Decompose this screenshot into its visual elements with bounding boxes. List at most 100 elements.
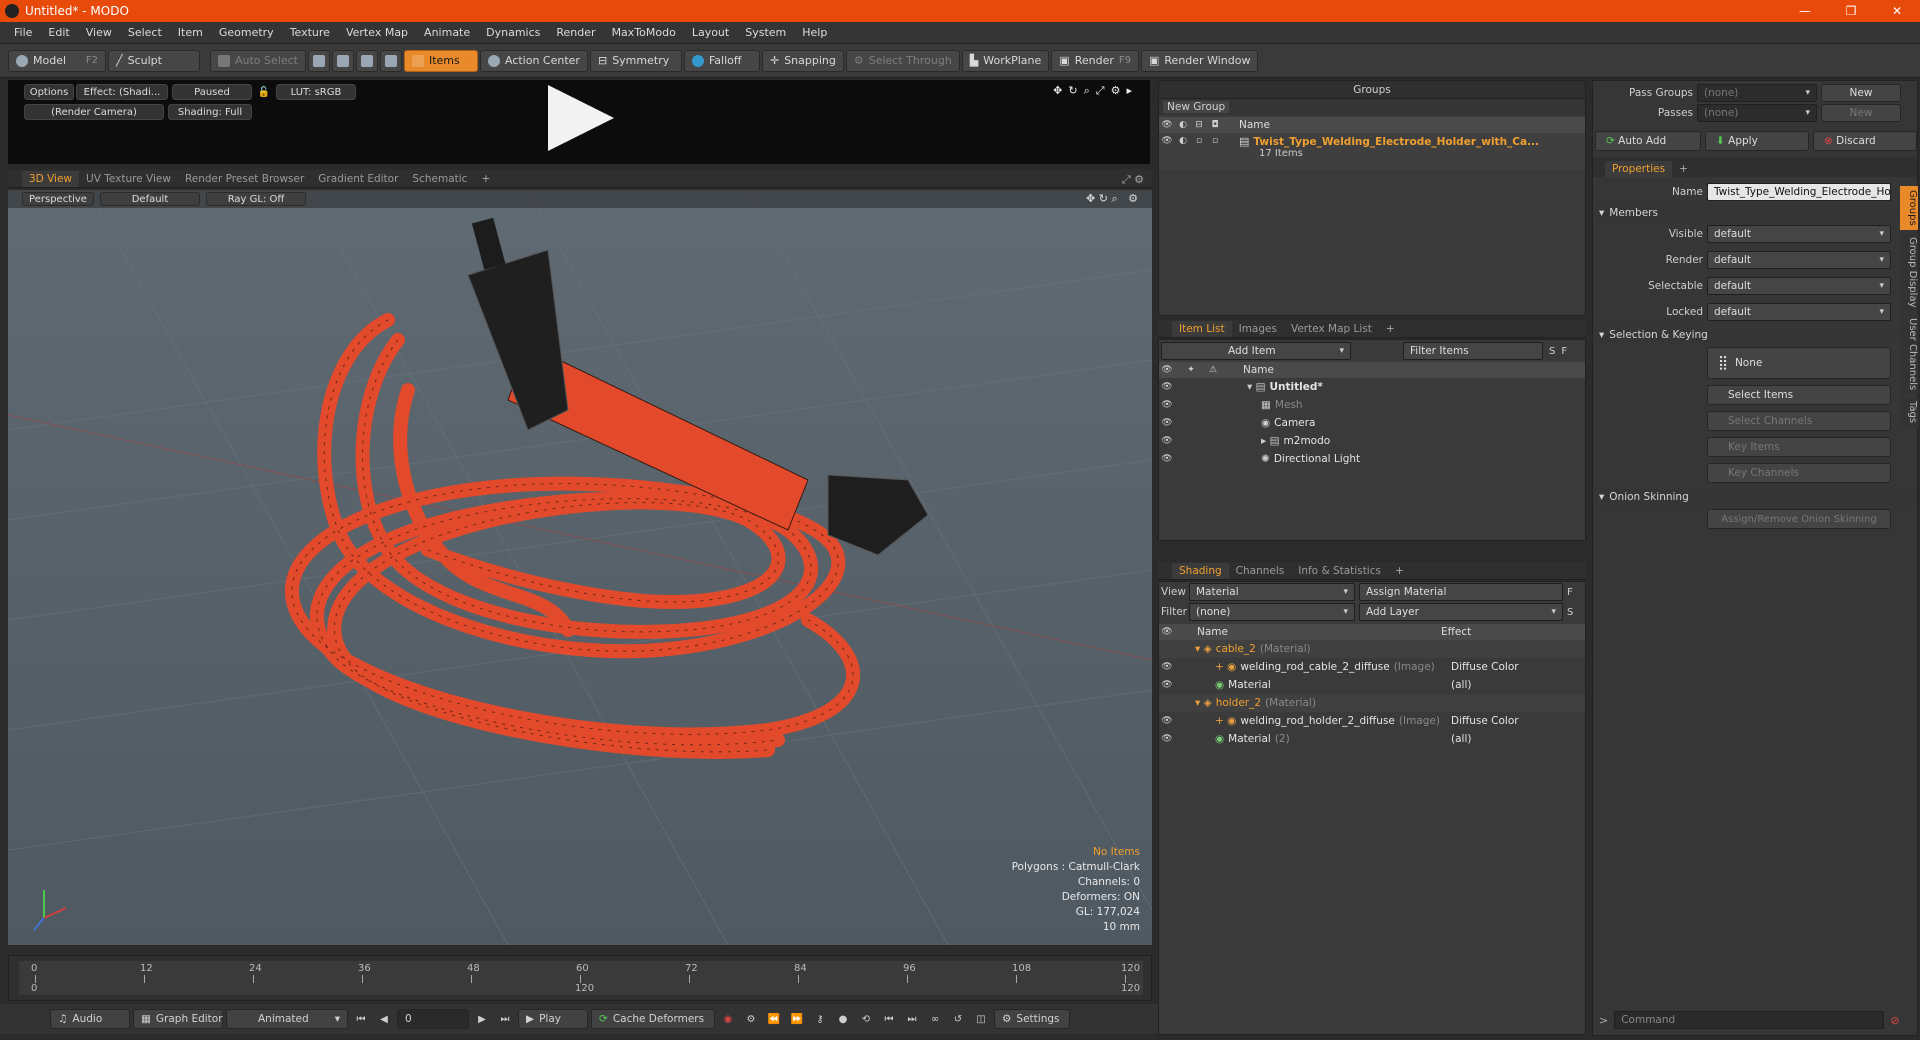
group-select-icon[interactable]: ▫ bbox=[1207, 135, 1223, 147]
menu-view[interactable]: View bbox=[78, 26, 120, 39]
render-window-button[interactable]: ▣ Render Window bbox=[1141, 49, 1259, 72]
group-visibility-icon[interactable]: 👁 bbox=[1159, 135, 1175, 147]
visible-select[interactable]: default bbox=[1707, 225, 1891, 243]
tab-uv-texture-view[interactable]: UV Texture View bbox=[79, 171, 178, 187]
shader-effect-select[interactable]: (all) bbox=[1451, 733, 1579, 745]
viewport-style-select[interactable]: Default bbox=[100, 192, 200, 206]
shader-tree-row[interactable]: 👁 ◉ Material (2) (all) bbox=[1159, 730, 1585, 748]
add-layer-select[interactable]: Add Layer bbox=[1359, 603, 1563, 621]
model-mode-button[interactable]: Model F2 bbox=[8, 49, 106, 72]
prev-keyframe-icon[interactable]: ⏪ bbox=[764, 1009, 784, 1029]
link-icon[interactable]: ∞ bbox=[925, 1009, 945, 1029]
shader-effect-select[interactable]: Diffuse Color bbox=[1451, 661, 1579, 673]
perspective-select[interactable]: Perspective bbox=[22, 192, 94, 206]
next-keyframe-icon[interactable]: ⏩ bbox=[787, 1009, 807, 1029]
preview-lut-select[interactable]: LUT: sRGB bbox=[276, 84, 356, 100]
menu-dynamics[interactable]: Dynamics bbox=[478, 26, 548, 39]
3d-viewport[interactable]: Perspective Default Ray GL: Off ✥ ↻ ⌕ ⚙ … bbox=[8, 190, 1152, 945]
workplane-button[interactable]: ▙ WorkPlane bbox=[961, 49, 1050, 72]
shading-search-toggle-icon[interactable]: S bbox=[1567, 607, 1573, 618]
new-group-button[interactable]: New Group bbox=[1163, 101, 1230, 113]
step-back-icon[interactable]: ⏮ bbox=[879, 1009, 899, 1029]
record-key-icon[interactable]: ● bbox=[833, 1009, 853, 1029]
shader-tree-row[interactable]: 👁 + ◉ welding_rod_cable_2_diffuse (Image) Di… bbox=[1159, 658, 1585, 676]
cache-deformers-button[interactable]: ⟳ Cache Deformers bbox=[591, 1009, 715, 1029]
close-button[interactable]: ✕ bbox=[1874, 0, 1920, 22]
new-pass-button[interactable]: New bbox=[1821, 104, 1901, 122]
step-forward-icon[interactable]: ⏭ bbox=[902, 1009, 922, 1029]
filter-toggle-icon[interactable]: F bbox=[1561, 346, 1567, 357]
tab-schematic[interactable]: Schematic bbox=[405, 171, 474, 187]
side-tab-user-channels[interactable]: User Channels bbox=[1900, 314, 1918, 395]
audio-button[interactable]: ♫ Audio bbox=[50, 1009, 130, 1029]
search-toggle-icon[interactable]: S bbox=[1549, 346, 1555, 357]
add-shading-tab-button[interactable]: + bbox=[1388, 563, 1411, 579]
shader-tree-row[interactable]: 👁 ◉ Material (all) bbox=[1159, 676, 1585, 694]
key-items-button[interactable]: Key Items bbox=[1707, 437, 1891, 457]
menu-item[interactable]: Item bbox=[170, 26, 211, 39]
menu-render[interactable]: Render bbox=[548, 26, 603, 39]
item-list-row[interactable]: 👁 ▾ ▤ Untitled* bbox=[1159, 378, 1585, 396]
minimize-button[interactable]: — bbox=[1782, 0, 1828, 22]
auto-add-button[interactable]: ⟳ Auto Add bbox=[1595, 131, 1701, 151]
shader-tree-row[interactable]: ▾ ◈ cable_2 (Material) bbox=[1159, 640, 1585, 658]
menu-help[interactable]: Help bbox=[794, 26, 835, 39]
prev-key-icon[interactable]: ◀ bbox=[374, 1009, 394, 1029]
fit-icon[interactable]: ⤢ bbox=[1096, 84, 1105, 98]
auto-select-button[interactable]: Auto Select bbox=[210, 49, 306, 72]
tab-info-statistics[interactable]: Info & Statistics bbox=[1291, 563, 1388, 579]
item-visibility-icon[interactable]: 👁 bbox=[1159, 399, 1175, 411]
key-channels-button[interactable]: Key Channels bbox=[1707, 463, 1891, 483]
shader-visibility-icon[interactable]: 👁 bbox=[1159, 715, 1175, 727]
snapping-button[interactable]: ✛ Snapping bbox=[761, 49, 844, 72]
select-through-button[interactable]: ⚙ Select Through bbox=[845, 49, 960, 72]
menu-maxtomodo[interactable]: MaxToModo bbox=[604, 26, 684, 39]
render-select[interactable]: default bbox=[1707, 251, 1891, 269]
shader-visibility-icon[interactable] bbox=[1159, 643, 1175, 655]
key-filter-icon[interactable]: ⚙ bbox=[741, 1009, 761, 1029]
item-list-row[interactable]: 👁 ▸ ▤ m2modo bbox=[1159, 432, 1585, 450]
preview-effect-select[interactable]: Effect: (Shadi... bbox=[76, 84, 168, 100]
timeline-ruler[interactable]: 0 12 24 36 48 60 72 84 96 108 120 0 120 120 bbox=[19, 961, 1143, 995]
onion-skinning-section[interactable]: ▾ Onion Skinning bbox=[1593, 489, 1917, 505]
selection-keying-section[interactable]: ▾ Selection & Keying bbox=[1593, 327, 1917, 343]
play-preview-icon[interactable] bbox=[548, 85, 614, 151]
members-section[interactable]: ▾ Members bbox=[1593, 205, 1917, 221]
select-materials-button[interactable] bbox=[379, 49, 402, 72]
add-item-select[interactable]: Add Item bbox=[1161, 342, 1351, 360]
play-button[interactable]: ▶ Play bbox=[518, 1009, 588, 1029]
item-list-row[interactable]: 👁 ▦ Mesh bbox=[1159, 396, 1585, 414]
menu-system[interactable]: System bbox=[737, 26, 794, 39]
sculpt-mode-button[interactable]: ╱ Sculpt bbox=[108, 49, 200, 72]
shader-effect-select[interactable]: Diffuse Color bbox=[1451, 715, 1579, 727]
shader-visibility-icon[interactable]: 👁 bbox=[1159, 679, 1175, 691]
assign-onion-skinning-button[interactable]: Assign/Remove Onion Skinning bbox=[1707, 509, 1891, 529]
preview-lock-icon[interactable]: 🔓 bbox=[256, 84, 272, 100]
timeline[interactable]: 0 12 24 36 48 60 72 84 96 108 120 0 120 120 bbox=[8, 955, 1152, 1001]
shader-tree-row[interactable]: 👁 + ◉ welding_rod_holder_2_diffuse (Image) D… bbox=[1159, 712, 1585, 730]
menu-file[interactable]: File bbox=[6, 26, 40, 39]
auto-key-icon[interactable]: ⟲ bbox=[856, 1009, 876, 1029]
render-button[interactable]: ▣ Render F9 bbox=[1051, 49, 1139, 72]
add-itemlist-tab-button[interactable]: + bbox=[1379, 321, 1402, 337]
tab-item-list[interactable]: Item List bbox=[1172, 321, 1232, 337]
falloff-button[interactable]: Falloff bbox=[683, 49, 760, 72]
item-visibility-icon[interactable]: 👁 bbox=[1159, 381, 1175, 393]
move-icon[interactable]: ✥ bbox=[1053, 84, 1062, 98]
tab-channels[interactable]: Channels bbox=[1229, 563, 1292, 579]
assign-material-button[interactable]: Assign Material bbox=[1359, 583, 1563, 601]
group-lock-icon[interactable]: ▫ bbox=[1191, 135, 1207, 147]
items-mode-button[interactable]: Items bbox=[403, 49, 478, 72]
new-pass-group-button[interactable]: New bbox=[1821, 84, 1901, 102]
tab-images[interactable]: Images bbox=[1232, 321, 1284, 337]
tab-3d-view[interactable]: 3D View bbox=[22, 171, 80, 187]
filter-select[interactable]: (none) bbox=[1189, 603, 1355, 621]
action-center-button[interactable]: Action Center bbox=[479, 49, 588, 72]
select-polygons-button[interactable] bbox=[355, 49, 378, 72]
selectable-select[interactable]: default bbox=[1707, 277, 1891, 295]
go-end-icon[interactable]: ⏭ bbox=[495, 1009, 515, 1029]
frame-field[interactable]: 0 bbox=[397, 1009, 469, 1029]
settings-button[interactable]: ⚙ Settings bbox=[994, 1009, 1070, 1029]
key-icon[interactable]: ⚷ bbox=[810, 1009, 830, 1029]
preview-camera-select[interactable]: (Render Camera) bbox=[24, 104, 164, 120]
